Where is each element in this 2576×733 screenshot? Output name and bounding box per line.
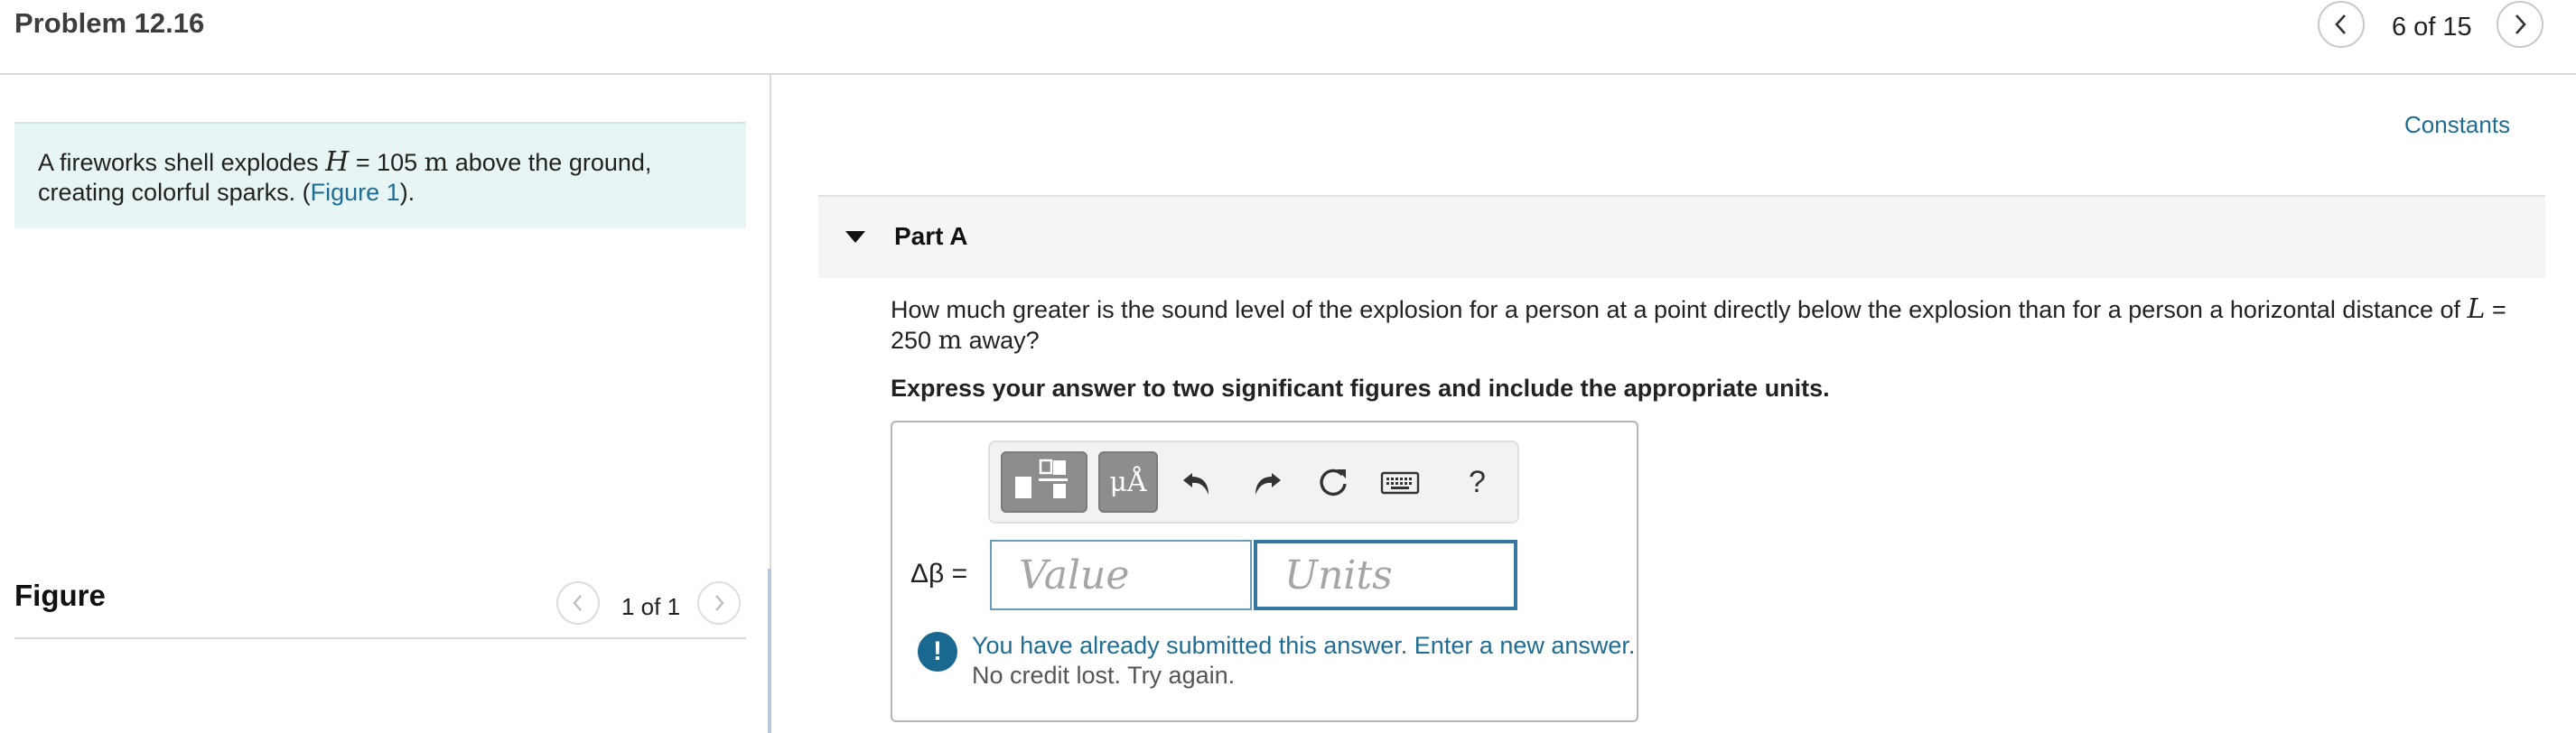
prev-problem-button[interactable]: [2318, 1, 2365, 48]
value-input[interactable]: [990, 540, 1252, 610]
redo-icon: [1255, 473, 1281, 495]
next-figure-button[interactable]: [697, 581, 741, 625]
templates-button[interactable]: [1001, 451, 1087, 513]
feedback-message: You have already submitted this answer. …: [972, 632, 1636, 659]
figure-link[interactable]: Figure 1: [311, 179, 400, 206]
header-divider: [0, 73, 2576, 75]
chevron-left-icon: [573, 595, 582, 611]
keyboard-button[interactable]: [1377, 459, 1423, 506]
collapse-caret-icon[interactable]: [845, 231, 865, 243]
help-button[interactable]: ?: [1469, 460, 1486, 504]
figure-heading: Figure: [14, 579, 106, 612]
figure-page-indicator: 1 of 1: [621, 593, 681, 620]
keyboard-icon: [1380, 471, 1420, 495]
undo-icon: [1183, 473, 1209, 495]
constants-link[interactable]: Constants: [2404, 108, 2510, 141]
answer-variable-label: Δβ =: [910, 559, 968, 589]
units-tool-button[interactable]: μÅ: [1098, 451, 1158, 513]
part-a-label: Part A: [894, 222, 968, 250]
feedback-submessage: No credit lost. Try again.: [972, 662, 1236, 689]
chevron-right-icon: [2515, 14, 2526, 34]
panel-resize-handle[interactable]: [768, 569, 771, 733]
chevron-right-icon: [715, 595, 724, 611]
reset-icon: [1320, 469, 1347, 496]
answer-instruction: Express your answer to two significant f…: [891, 375, 1830, 402]
prev-figure-button[interactable]: [556, 581, 600, 625]
part-a-header[interactable]: [818, 195, 2545, 278]
redo-button[interactable]: [1243, 459, 1290, 506]
templates-icon: [1015, 459, 1068, 498]
math-toolbar: μÅ: [988, 441, 1519, 524]
units-tool-label: μÅ: [1109, 466, 1147, 498]
question-text: How much greater is the sound level of t…: [891, 293, 2506, 355]
next-problem-button[interactable]: [2497, 1, 2543, 48]
page-title: Problem 12.16: [14, 7, 205, 39]
figure-divider: [14, 637, 746, 639]
units-input[interactable]: [1254, 540, 1517, 610]
problem-statement-box: A fireworks shell explodes H = 105 m abo…: [14, 122, 746, 228]
chevron-left-icon: [2335, 14, 2346, 34]
problem-page-indicator: 6 of 15: [2392, 13, 2472, 42]
reset-button[interactable]: [1310, 459, 1357, 506]
undo-button[interactable]: [1174, 459, 1221, 506]
alert-icon: !: [918, 632, 957, 672]
problem-statement: A fireworks shell explodes H = 105 m abo…: [38, 146, 652, 206]
